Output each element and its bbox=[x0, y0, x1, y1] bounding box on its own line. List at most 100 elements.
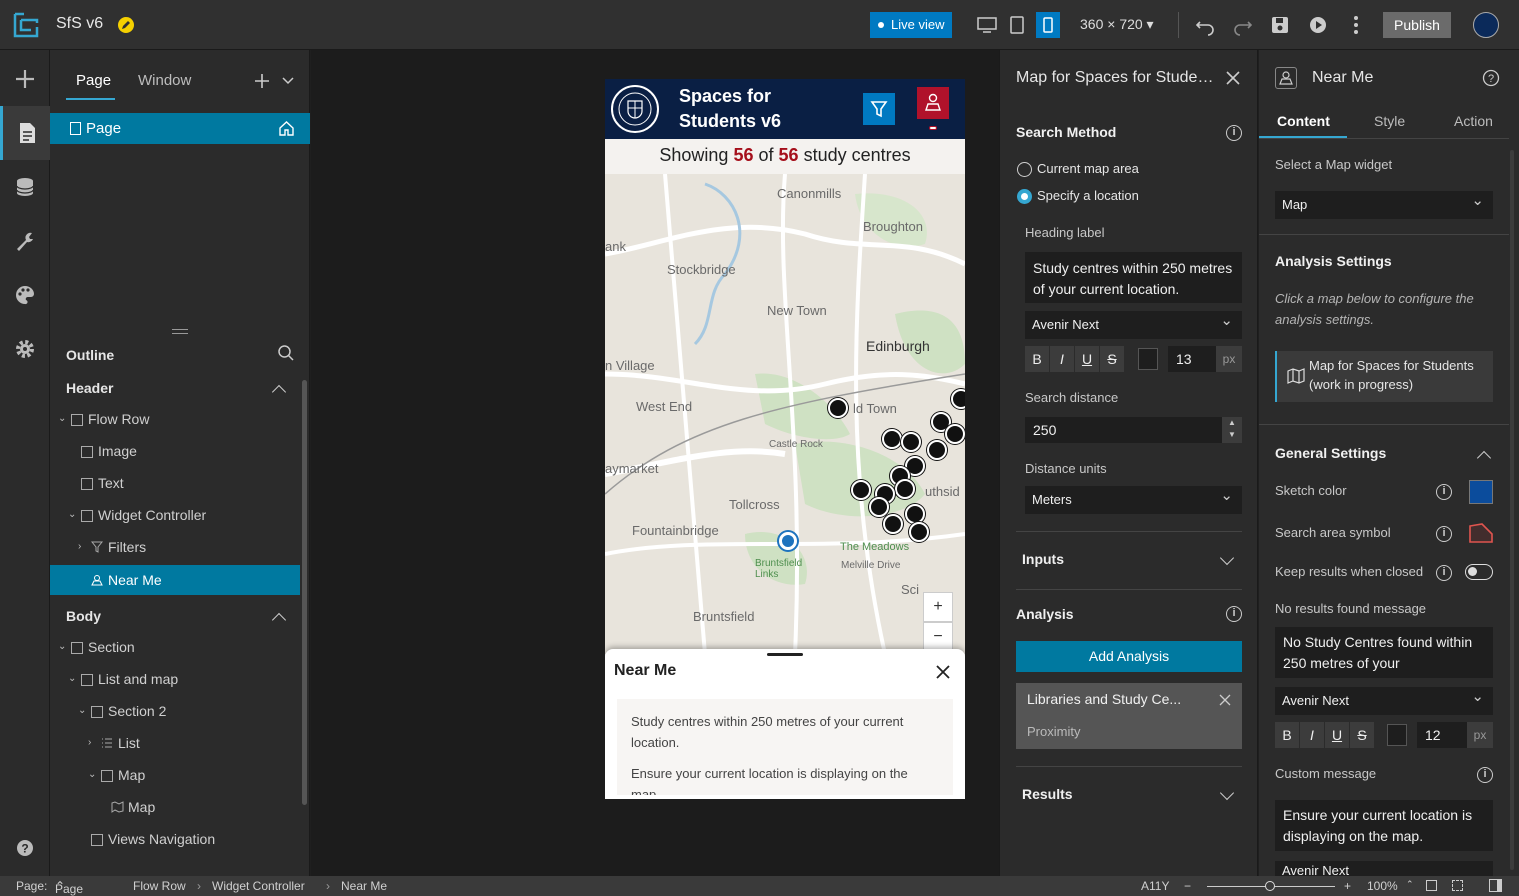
distance-units-select[interactable]: Meters bbox=[1025, 482, 1242, 514]
bold-button[interactable]: B bbox=[1025, 346, 1049, 372]
header-section-label[interactable]: Header bbox=[66, 380, 113, 396]
collapse-body-icon[interactable] bbox=[271, 612, 287, 628]
zoom-out-icon[interactable]: − bbox=[1184, 879, 1191, 893]
search-distance-stepper[interactable]: ▲ ▼ bbox=[1222, 417, 1242, 443]
breadcrumb-item[interactable]: Widget Controller bbox=[212, 879, 305, 893]
close-icon[interactable] bbox=[1226, 71, 1240, 85]
publish-button[interactable]: Publish bbox=[1383, 12, 1451, 38]
map-widget-select[interactable]: Map bbox=[1275, 187, 1493, 219]
expand-inputs-icon[interactable] bbox=[1219, 550, 1235, 566]
custom-message-font-select[interactable]: Avenir Next bbox=[1275, 861, 1493, 876]
experience-builder-logo-icon[interactable] bbox=[12, 11, 40, 39]
redo-icon[interactable] bbox=[1232, 14, 1254, 36]
more-options-icon[interactable] bbox=[1345, 14, 1367, 36]
tab-action[interactable]: Action bbox=[1454, 113, 1493, 129]
outline-item-section[interactable]: ⌄ Section bbox=[50, 632, 300, 662]
screen-dimensions-select[interactable]: 360 × 720 ▾ bbox=[1080, 16, 1154, 33]
font-color-swatch[interactable] bbox=[1138, 348, 1158, 370]
font-family-select[interactable]: Avenir Next bbox=[1025, 307, 1242, 339]
study-centre-marker[interactable] bbox=[945, 424, 965, 444]
panel-resize-handle[interactable] bbox=[172, 329, 188, 334]
strikethrough-button[interactable]: S bbox=[1350, 722, 1374, 748]
map-config-item[interactable]: Map for Spaces for Students (work in pro… bbox=[1275, 351, 1493, 402]
search-icon[interactable] bbox=[277, 344, 295, 362]
strikethrough-button[interactable]: S bbox=[1100, 346, 1124, 372]
fit-width-icon[interactable] bbox=[1426, 880, 1437, 891]
tab-style[interactable]: Style bbox=[1374, 113, 1405, 129]
bold-button[interactable]: B bbox=[1275, 722, 1299, 748]
radio-specify-location[interactable] bbox=[1017, 189, 1032, 204]
heading-label-input[interactable]: Study centres within 250 metres of your … bbox=[1025, 252, 1242, 303]
search-distance-input[interactable]: 250 bbox=[1025, 417, 1222, 443]
theme-panel-button[interactable] bbox=[0, 268, 50, 322]
close-icon[interactable] bbox=[935, 664, 951, 680]
font-family-select[interactable]: Avenir Next bbox=[1275, 683, 1493, 715]
insert-widget-button[interactable] bbox=[0, 52, 50, 106]
widget-settings-button[interactable] bbox=[0, 214, 50, 268]
zoom-level[interactable]: 100% bbox=[1367, 879, 1398, 893]
zoom-out-button[interactable]: − bbox=[923, 622, 953, 652]
study-centre-marker[interactable] bbox=[951, 389, 965, 409]
user-avatar[interactable] bbox=[1473, 12, 1499, 38]
analysis-card[interactable]: Libraries and Study Ce... Proximity bbox=[1016, 683, 1242, 749]
collapse-header-icon[interactable] bbox=[271, 384, 287, 400]
study-centre-marker[interactable] bbox=[927, 440, 947, 460]
info-icon[interactable]: i bbox=[1226, 125, 1242, 141]
study-centre-marker[interactable] bbox=[905, 504, 925, 524]
results-section-header[interactable]: Results bbox=[1022, 786, 1073, 802]
save-icon[interactable] bbox=[1269, 14, 1291, 36]
breadcrumb-item[interactable]: Near Me bbox=[341, 879, 387, 893]
outline-item-text[interactable]: Text bbox=[50, 468, 300, 498]
app-settings-button[interactable] bbox=[0, 322, 50, 376]
outline-item-views-navigation[interactable]: Views Navigation bbox=[50, 824, 300, 854]
keep-results-toggle[interactable] bbox=[1465, 564, 1493, 580]
expand-results-icon[interactable] bbox=[1219, 785, 1235, 801]
preview-icon[interactable] bbox=[1307, 14, 1329, 36]
inputs-section-header[interactable]: Inputs bbox=[1022, 551, 1064, 567]
info-icon[interactable]: i bbox=[1436, 526, 1452, 542]
desktop-view-icon[interactable] bbox=[976, 14, 998, 36]
add-page-icon[interactable] bbox=[253, 72, 271, 90]
body-section-label[interactable]: Body bbox=[66, 608, 101, 624]
no-results-message-input[interactable]: No Study Centres found within 250 metres… bbox=[1275, 627, 1493, 678]
italic-button[interactable]: I bbox=[1050, 346, 1074, 372]
font-size-input[interactable]: 12 bbox=[1417, 722, 1467, 748]
radio-specify-location-label[interactable]: Specify a location bbox=[1037, 188, 1139, 203]
tab-content[interactable]: Content bbox=[1277, 113, 1330, 129]
settings-scrollbar[interactable] bbox=[1510, 150, 1514, 870]
zoom-in-button[interactable]: + bbox=[923, 592, 953, 622]
sketch-color-swatch[interactable] bbox=[1469, 480, 1493, 504]
font-color-swatch[interactable] bbox=[1387, 724, 1407, 746]
outline-item-image[interactable]: Image bbox=[50, 436, 300, 466]
study-centre-marker[interactable] bbox=[883, 514, 903, 534]
live-view-button[interactable]: Live view bbox=[870, 12, 952, 38]
page-list-item[interactable]: Page bbox=[50, 113, 310, 144]
help-icon[interactable]: ? bbox=[1482, 69, 1500, 87]
outline-item-list-and-map[interactable]: ⌄ List and map bbox=[50, 664, 300, 694]
chevron-down-icon[interactable] bbox=[282, 76, 294, 86]
study-centre-marker[interactable] bbox=[882, 429, 902, 449]
underline-button[interactable]: U bbox=[1325, 722, 1349, 748]
outline-item-flow-row[interactable]: ⌄ Flow Row bbox=[50, 404, 300, 434]
add-analysis-button[interactable]: Add Analysis bbox=[1016, 641, 1242, 672]
outline-item-map-group[interactable]: ⌄ Map bbox=[50, 760, 300, 790]
edit-title-icon[interactable] bbox=[117, 16, 135, 34]
outline-item-list[interactable]: › List bbox=[50, 728, 300, 758]
a11y-button[interactable]: A11Y bbox=[1141, 879, 1169, 893]
info-icon[interactable]: i bbox=[1436, 484, 1452, 500]
home-icon[interactable] bbox=[278, 120, 295, 137]
underline-button[interactable]: U bbox=[1075, 346, 1099, 372]
outline-item-near-me[interactable]: Near Me bbox=[50, 565, 300, 595]
zoom-level-dropdown-icon[interactable]: ⌃ bbox=[1406, 879, 1414, 890]
outline-item-map[interactable]: Map bbox=[50, 792, 300, 822]
tab-page[interactable]: Page bbox=[76, 72, 111, 89]
outline-item-widget-controller[interactable]: ⌄ Widget Controller bbox=[50, 500, 300, 530]
study-centre-marker[interactable] bbox=[828, 398, 848, 418]
custom-message-input[interactable]: Ensure your current location is displayi… bbox=[1275, 800, 1493, 851]
map-view[interactable]: Canonmills Broughton Stockbridge New Tow… bbox=[605, 174, 965, 654]
zoom-slider-thumb[interactable] bbox=[1265, 881, 1275, 891]
study-centre-marker[interactable] bbox=[901, 432, 921, 452]
study-centre-marker[interactable] bbox=[895, 479, 915, 499]
filter-button[interactable] bbox=[863, 93, 895, 125]
info-icon[interactable]: i bbox=[1436, 565, 1452, 581]
